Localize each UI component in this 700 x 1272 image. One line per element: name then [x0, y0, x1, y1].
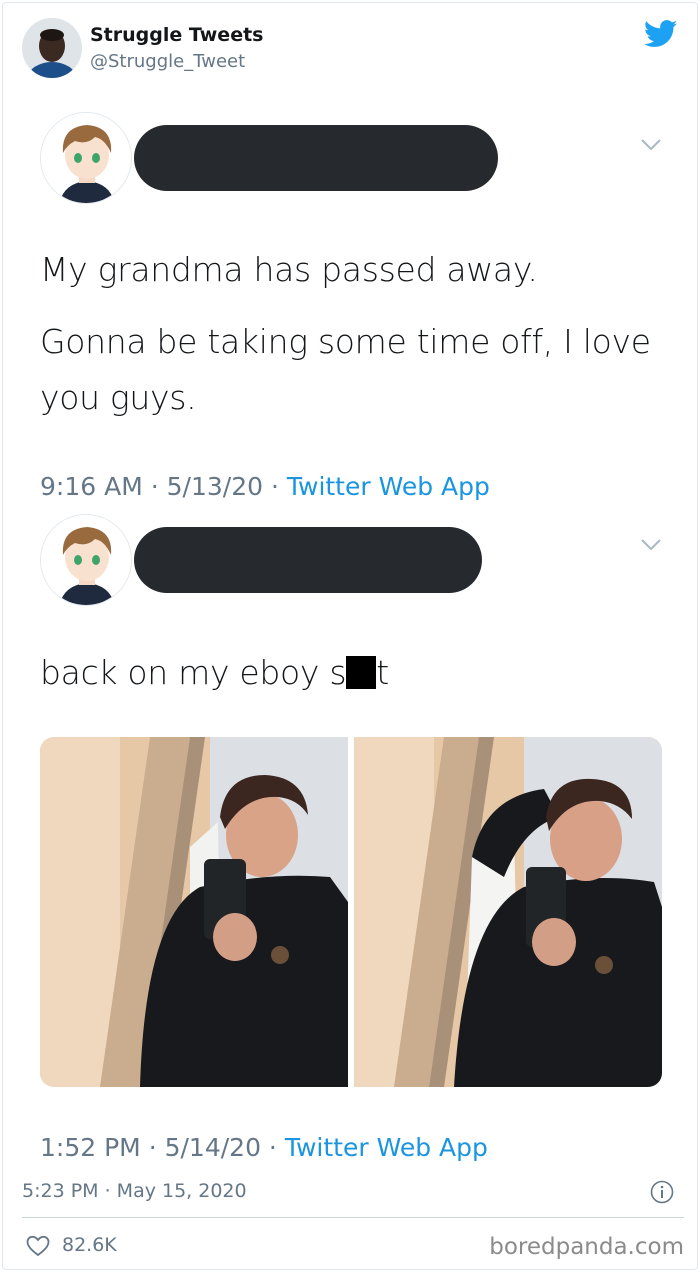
meta-separator: ·: [270, 472, 279, 501]
tweet-time[interactable]: 9:16 AM: [40, 472, 143, 501]
tweet-meta: 9:16 AM · 5/13/20 · Twitter Web App: [40, 472, 490, 501]
tweet-paragraph: Gonna be taking some time off, I love yo…: [40, 322, 651, 417]
info-icon[interactable]: [650, 1180, 674, 1204]
footer-divider: [22, 1217, 684, 1218]
embed-avatar[interactable]: [22, 18, 82, 78]
watermark: boredpanda.com: [489, 1234, 684, 1260]
meta-separator: ·: [268, 1133, 277, 1162]
tweet-time[interactable]: 1:52 PM: [40, 1133, 141, 1162]
meta-separator: ·: [148, 1133, 157, 1162]
like-count[interactable]: 82.6K: [62, 1234, 117, 1256]
tweet-text: My grandma has passed away. Gonna be tak…: [40, 242, 670, 426]
tweet-text: back on my eboy s t: [40, 645, 670, 701]
tweet-source-link[interactable]: Twitter Web App: [287, 472, 490, 501]
tweet-avatar[interactable]: [40, 112, 132, 204]
tweet-avatar[interactable]: [40, 514, 132, 606]
tweet-date[interactable]: 5/13/20: [167, 472, 263, 501]
tweet-text-start: back on my eboy s: [40, 653, 347, 692]
chevron-down-icon[interactable]: [640, 538, 662, 552]
tweet-meta: 1:52 PM · 5/14/20 · Twitter Web App: [40, 1133, 488, 1162]
meta-separator: ·: [150, 472, 159, 501]
embed-header: Struggle Tweets @Struggle_Tweet: [22, 18, 682, 80]
redacted-username: [134, 527, 482, 593]
twitter-bird-icon[interactable]: [644, 20, 678, 48]
heart-icon[interactable]: [26, 1235, 50, 1257]
tweet-photo-1[interactable]: [40, 737, 348, 1087]
tweet-photo-2[interactable]: [354, 737, 662, 1087]
embed-post-time[interactable]: 5:23 PM · May 15, 2020: [22, 1180, 247, 1202]
redacted-username: [134, 125, 498, 191]
tweet-text-end: t: [376, 653, 389, 692]
censor-block: [346, 656, 377, 689]
tweet-date[interactable]: 5/14/20: [165, 1133, 261, 1162]
tweet-source-link[interactable]: Twitter Web App: [285, 1133, 488, 1162]
embed-handle[interactable]: @Struggle_Tweet: [90, 51, 245, 72]
tweet-paragraph: My grandma has passed away.: [40, 250, 538, 289]
chevron-down-icon[interactable]: [640, 138, 662, 152]
embed-display-name[interactable]: Struggle Tweets: [90, 24, 263, 46]
